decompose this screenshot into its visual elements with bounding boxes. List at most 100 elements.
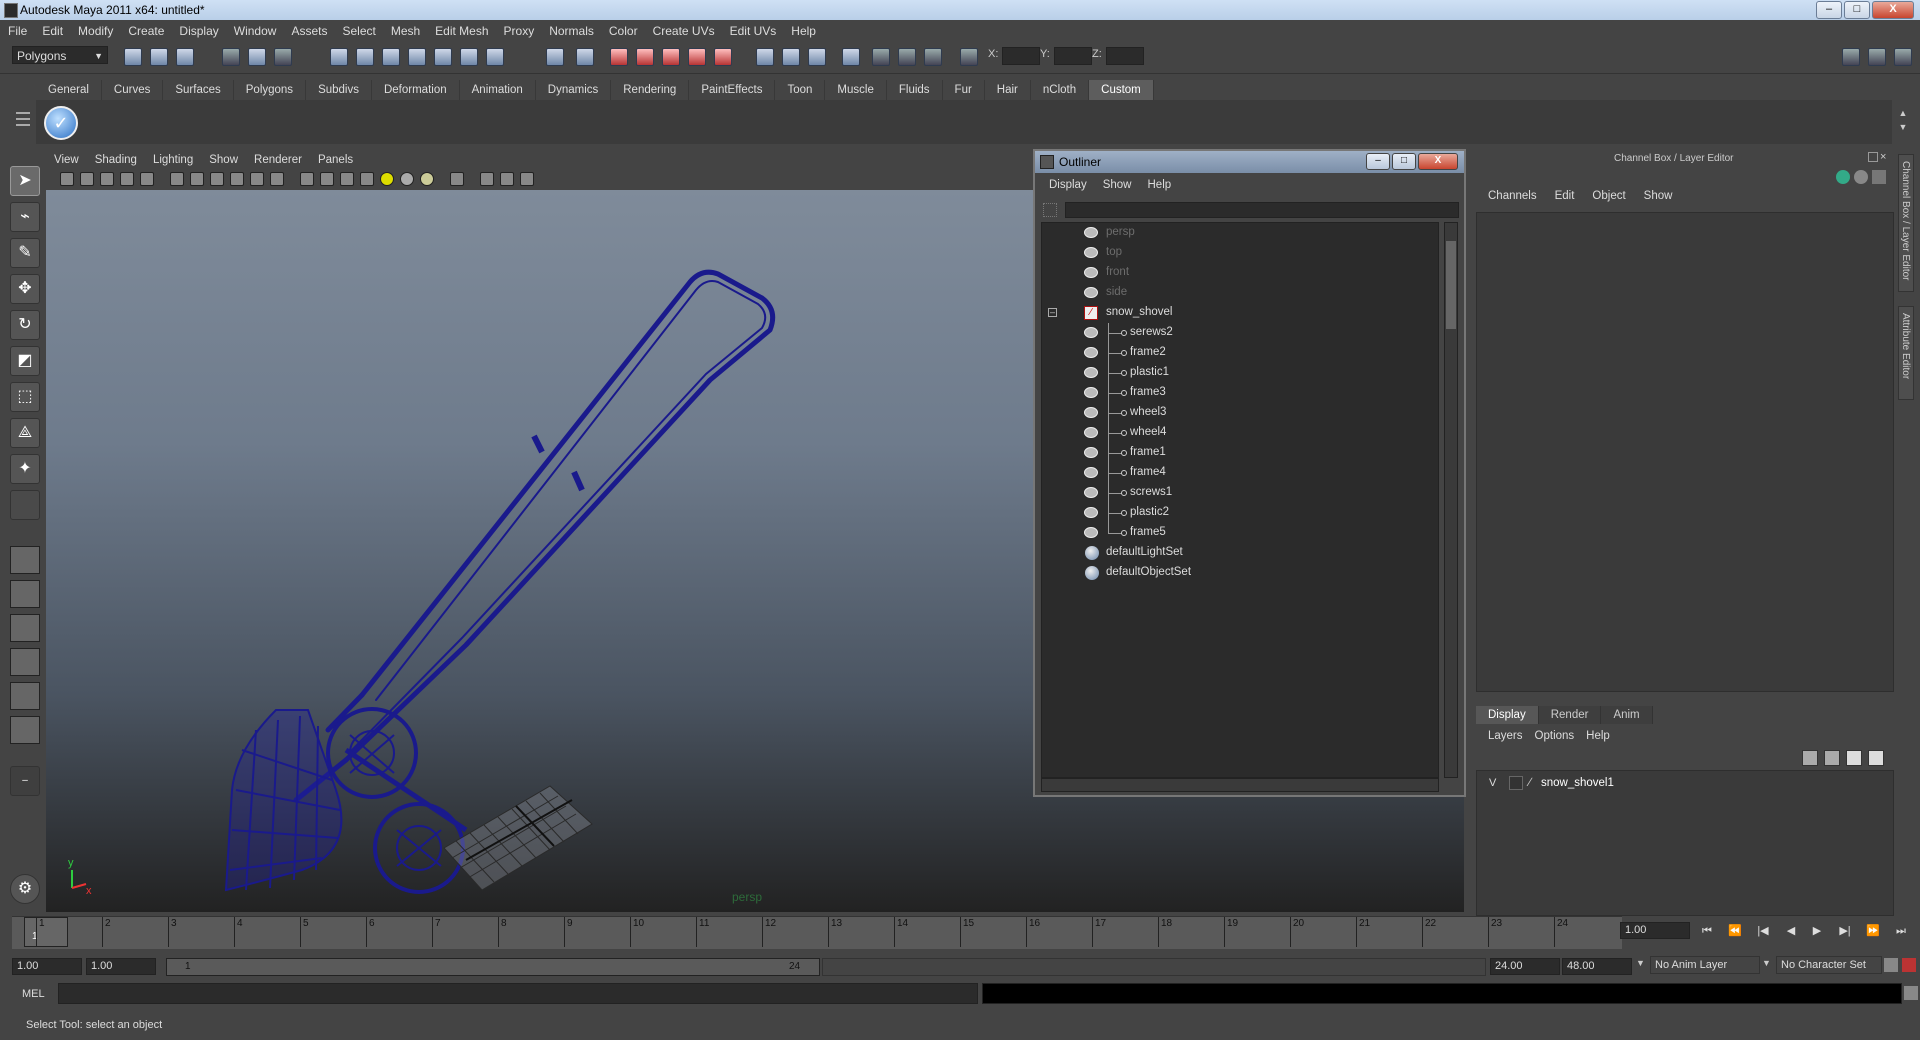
show-tool-settings-icon[interactable]: [1868, 48, 1886, 66]
shelf-menu-icon[interactable]: [14, 108, 32, 138]
outliner-maximize-button[interactable]: □: [1392, 153, 1416, 170]
persp-graph-layout-icon[interactable]: [10, 648, 40, 676]
menu-select[interactable]: Select: [334, 20, 382, 40]
menu-modify[interactable]: Modify: [70, 20, 120, 40]
animation-preferences-icon[interactable]: [1902, 958, 1916, 972]
minimize-button[interactable]: –: [1816, 1, 1842, 19]
relative-transform-icon[interactable]: [808, 48, 826, 66]
new-layer-selected-icon[interactable]: [1868, 750, 1884, 766]
end-time-field[interactable]: 48.00: [1562, 958, 1632, 975]
shelf-tab-muscle[interactable]: Muscle: [825, 80, 887, 100]
go-to-start-icon[interactable]: ⏮: [1700, 924, 1714, 938]
snap-curve-icon[interactable]: [356, 48, 374, 66]
save-scene-icon[interactable]: [176, 48, 194, 66]
shelf-tab-animation[interactable]: Animation: [460, 80, 536, 100]
list-item[interactable]: frame3: [1042, 383, 1438, 403]
viewport-menu-renderer[interactable]: Renderer: [246, 152, 310, 170]
paint-select-tool-icon[interactable]: ✎: [10, 238, 40, 268]
viewport-menu-lighting[interactable]: Lighting: [145, 152, 201, 170]
layout-options-icon[interactable]: –: [10, 766, 40, 796]
history-icon[interactable]: [460, 48, 478, 66]
shelf-tab-painteffects[interactable]: PaintEffects: [689, 80, 776, 100]
shelf-tab-rendering[interactable]: Rendering: [611, 80, 690, 100]
viewport-menu-shading[interactable]: Shading: [87, 152, 145, 170]
menu-create-uvs[interactable]: Create UVs: [645, 20, 722, 40]
rotate-tool-icon[interactable]: ↻: [10, 310, 40, 340]
object-mode-icon[interactable]: [924, 48, 942, 66]
last-tool-icon[interactable]: [10, 490, 40, 520]
step-back-frame-icon[interactable]: ⏪: [1728, 924, 1742, 938]
image-plane-icon[interactable]: [120, 172, 134, 186]
channel-box-area[interactable]: [1476, 212, 1894, 692]
shelf-tab-subdivs[interactable]: Subdivs: [306, 80, 372, 100]
command-language-label[interactable]: MEL: [22, 988, 45, 1000]
menu-set-selector[interactable]: Polygons ▼: [12, 46, 108, 64]
list-item[interactable]: frame4: [1042, 463, 1438, 483]
outliner-title-bar[interactable]: Outliner – □ X: [1035, 151, 1464, 173]
side-tab-channel-box[interactable]: Channel Box / Layer Editor: [1898, 154, 1914, 292]
shelf-tab-curves[interactable]: Curves: [102, 80, 164, 100]
close-button[interactable]: X: [1872, 1, 1914, 19]
outliner-close-button[interactable]: X: [1418, 153, 1458, 170]
menu-normals[interactable]: Normals: [541, 20, 601, 40]
list-item[interactable]: wheel4: [1042, 423, 1438, 443]
menu-mesh[interactable]: Mesh: [383, 20, 427, 40]
menu-help[interactable]: Help: [783, 20, 823, 40]
grid-icon[interactable]: [170, 172, 184, 186]
outliner-menu-show[interactable]: Show: [1095, 179, 1140, 191]
safe-action-icon[interactable]: [270, 172, 284, 186]
channel-menu-channels[interactable]: Channels: [1480, 190, 1547, 202]
go-to-end-icon[interactable]: ⏭: [1894, 924, 1908, 938]
float-panel-icon[interactable]: [1868, 152, 1878, 162]
show-channel-box-icon[interactable]: [1894, 48, 1912, 66]
menu-edit-mesh[interactable]: Edit Mesh: [427, 20, 495, 40]
camera-attributes-icon[interactable]: [80, 172, 94, 186]
command-line-input[interactable]: [58, 983, 978, 1004]
play-backwards-icon[interactable]: ◀: [1784, 924, 1798, 938]
absolute-transform-icon[interactable]: [782, 48, 800, 66]
shelf-tab-fluids[interactable]: Fluids: [887, 80, 943, 100]
render-settings-icon[interactable]: [662, 48, 680, 66]
layer-visibility-toggle[interactable]: V: [1489, 777, 1496, 789]
menu-file[interactable]: File: [0, 20, 34, 40]
help-line-toggle-icon[interactable]: ⚙: [10, 874, 40, 904]
list-item[interactable]: side: [1042, 283, 1438, 303]
viewport-menu-show[interactable]: Show: [201, 152, 246, 170]
menu-assets[interactable]: Assets: [283, 20, 334, 40]
maximize-button[interactable]: □: [1844, 1, 1870, 19]
input-field-icon[interactable]: [756, 48, 774, 66]
scale-tool-icon[interactable]: ◩: [10, 346, 40, 376]
y-input[interactable]: [1054, 47, 1092, 65]
manipulator-icon[interactable]: [898, 48, 916, 66]
step-forward-key-icon[interactable]: ▶|: [1838, 924, 1852, 938]
shelf-tab-custom[interactable]: Custom: [1089, 80, 1154, 100]
anim-start-field[interactable]: 1.00: [86, 958, 156, 975]
list-item[interactable]: – ∕ snow_shovel: [1042, 303, 1438, 323]
shelf-tab-general[interactable]: General: [36, 80, 102, 100]
range-slider[interactable]: 1 24: [166, 958, 820, 976]
close-panel-icon[interactable]: ×: [1880, 151, 1886, 163]
soft-modification-icon[interactable]: ⟁: [10, 418, 40, 448]
single-perspective-layout-icon[interactable]: [10, 546, 40, 574]
z-input[interactable]: [1106, 47, 1144, 65]
four-view-layout-icon[interactable]: [10, 580, 40, 608]
step-back-key-icon[interactable]: |◀: [1756, 924, 1770, 938]
outliner-minimize-button[interactable]: –: [1366, 153, 1390, 170]
scroll-thumb[interactable]: [1446, 241, 1456, 329]
char-set-dropdown-icon[interactable]: ▼: [1762, 958, 1771, 968]
outliner-menu-help[interactable]: Help: [1140, 179, 1180, 191]
layer-menu-layers[interactable]: Layers: [1484, 730, 1531, 742]
new-scene-icon[interactable]: [124, 48, 142, 66]
layer-tab-anim[interactable]: Anim: [1601, 706, 1653, 724]
anim-layer-selector[interactable]: No Anim Layer: [1650, 956, 1760, 974]
render-current-icon[interactable]: [610, 48, 628, 66]
channel-menu-edit[interactable]: Edit: [1547, 190, 1585, 202]
xray-icon[interactable]: [480, 172, 494, 186]
layer-row[interactable]: V ∕ snow_shovel1: [1485, 775, 1885, 793]
help-query-icon[interactable]: [486, 48, 504, 66]
layer-tab-render[interactable]: Render: [1538, 706, 1602, 724]
select-tool-icon[interactable]: ➤: [10, 166, 40, 196]
textured-icon[interactable]: [360, 172, 374, 186]
persp-graph-hypergraph-layout-icon[interactable]: [10, 716, 40, 744]
show-manipulator-icon[interactable]: ✦: [10, 454, 40, 484]
